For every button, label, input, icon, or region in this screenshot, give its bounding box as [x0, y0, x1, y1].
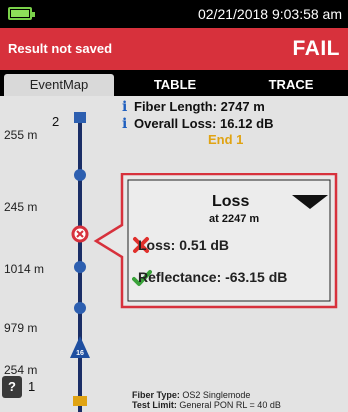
end-marker-icon: [74, 112, 86, 123]
event-dot-icon: [74, 169, 86, 181]
event-detail-popup[interactable]: Loss at 2247 m Loss: 0.51 dB Reflectance…: [92, 173, 338, 309]
popup-title: Loss: [212, 193, 250, 210]
tab-eventmap[interactable]: EventMap: [4, 74, 114, 96]
fiber-length-row: i Fiber Length: 2747 m: [122, 99, 265, 115]
page-number: 1: [28, 379, 36, 394]
result-message: Result not saved: [8, 41, 113, 56]
info-icon: i: [122, 99, 128, 115]
distance-label: 245 m: [4, 200, 38, 214]
event-dot-icon: [74, 302, 86, 314]
overall-loss-row: i Overall Loss: 16.12 dB: [122, 116, 274, 132]
end-label: End 1: [208, 132, 244, 147]
distance-label: 254 m: [4, 363, 38, 377]
result-status: FAIL: [292, 37, 340, 60]
loss-value: Loss: 0.51 dB: [138, 237, 230, 253]
info-icon: i: [122, 116, 128, 132]
chevron-down-icon[interactable]: [292, 195, 328, 209]
battery-icon: [8, 7, 35, 20]
status-bar: 02/21/2018 9:03:58 am: [0, 0, 348, 28]
distance-label: 1014 m: [4, 262, 45, 276]
tab-table[interactable]: TABLE: [120, 74, 230, 96]
distance-label: 255 m: [4, 128, 38, 142]
tab-trace[interactable]: TRACE: [236, 74, 346, 96]
result-bar: Result not saved FAIL: [0, 28, 348, 70]
eventmap-panel: 16 2 255 m 245 m 1014 m 979 m 254 m i Fib…: [0, 96, 348, 412]
test-limit-row: Test Limit: General PON RL = 40 dB: [132, 400, 281, 410]
popup-subtitle: at 2247 m: [209, 213, 260, 225]
reflectance-value: Reflectance: -63.15 dB: [138, 269, 288, 285]
event-dot-icon: [74, 261, 86, 273]
splitter-label: 16: [76, 350, 84, 357]
connector-icon: [73, 396, 87, 406]
help-button[interactable]: ?: [2, 376, 22, 398]
distance-label: 979 m: [4, 321, 38, 335]
tab-bar: EventMap TABLE TRACE: [0, 70, 348, 96]
end-marker-label: 2: [52, 114, 60, 129]
datetime: 02/21/2018 9:03:58 am: [197, 6, 342, 22]
fiber-type-row: Fiber Type: OS2 Singlemode: [132, 390, 251, 400]
